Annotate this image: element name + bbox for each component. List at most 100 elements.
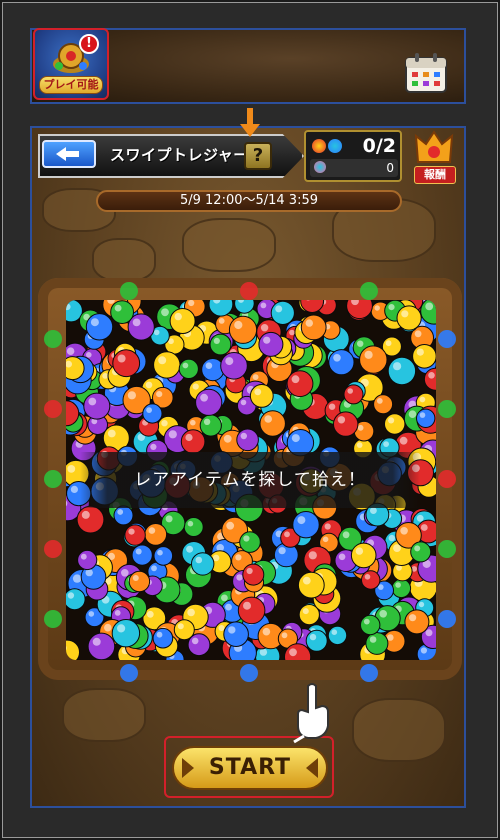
orb-highlight — [221, 594, 228, 602]
start-left-triangle — [182, 758, 194, 778]
orb — [259, 410, 286, 437]
orb — [220, 352, 248, 380]
orb-highlight — [195, 556, 203, 564]
orb-highlight — [190, 419, 196, 426]
orb-highlight — [388, 534, 395, 542]
orb-highlight — [150, 443, 157, 450]
orb-highlight — [260, 302, 267, 309]
orb-highlight — [104, 623, 112, 632]
orb-highlight — [324, 523, 331, 530]
help-button[interactable]: ? — [244, 142, 272, 170]
orb-highlight — [107, 429, 116, 438]
orb-highlight — [400, 527, 408, 535]
orb-highlight — [399, 436, 408, 445]
edge-gem — [44, 540, 62, 558]
orb — [152, 627, 174, 649]
edge-gem — [438, 610, 456, 628]
edge-gem — [438, 540, 456, 558]
orb-highlight — [213, 337, 220, 344]
pointing-hand-icon — [293, 683, 329, 744]
orb-highlight — [236, 574, 243, 581]
orb-icon — [314, 161, 326, 173]
orb-highlight — [246, 567, 253, 575]
orb — [191, 552, 215, 576]
orb-highlight — [153, 329, 160, 336]
orb-highlight — [128, 528, 135, 535]
orb — [396, 305, 422, 331]
orb-highlight — [151, 565, 157, 572]
orb — [365, 631, 389, 655]
orb-highlight — [158, 356, 167, 365]
orb-highlight — [374, 305, 380, 311]
orb-highlight — [117, 624, 126, 633]
orb — [359, 345, 388, 374]
orb-highlight — [86, 352, 92, 358]
orb-highlight — [309, 633, 317, 641]
rare-item-icon — [328, 139, 342, 153]
orb — [328, 349, 355, 376]
back-button[interactable] — [42, 140, 96, 168]
orb-highlight — [70, 485, 78, 493]
play-available-button[interactable]: ! プレイ可能 — [33, 28, 109, 100]
orb — [153, 546, 174, 566]
orb — [286, 370, 314, 398]
orb — [223, 621, 249, 648]
orb — [404, 609, 430, 635]
orb — [416, 408, 436, 429]
found-count: 0/2 — [362, 135, 396, 157]
edge-gem — [438, 330, 456, 348]
orb-highlight — [284, 531, 290, 538]
orb-highlight — [161, 308, 169, 317]
orb-highlight — [331, 629, 338, 635]
orb-highlight — [418, 601, 425, 608]
orb-highlight — [88, 397, 97, 406]
orb-highlight — [414, 330, 422, 338]
orb-highlight — [80, 553, 87, 560]
instruction-banner: レアアイテムを探して拾え！ — [80, 452, 420, 508]
orb-highlight — [67, 592, 75, 599]
calendar-icon[interactable] — [402, 50, 450, 96]
orb-highlight — [174, 312, 182, 321]
orb-highlight — [88, 611, 95, 617]
orb-highlight — [90, 318, 99, 327]
orb — [183, 517, 204, 537]
orb-highlight — [370, 507, 377, 514]
orb-highlight — [102, 373, 109, 379]
orb-highlight — [264, 415, 272, 423]
orb-highlight — [132, 575, 139, 581]
orb-highlight — [117, 354, 126, 363]
orb — [131, 544, 153, 566]
orb-highlight — [168, 430, 177, 439]
orb-highlight — [383, 441, 389, 447]
orb-highlight — [357, 340, 364, 347]
orb — [112, 349, 141, 378]
edge-gem — [240, 664, 258, 682]
orb-highlight — [420, 647, 427, 654]
orb — [343, 384, 364, 405]
orb — [249, 384, 274, 408]
orb-highlight — [409, 614, 417, 622]
orb-highlight — [376, 398, 383, 404]
background-rock — [352, 698, 446, 762]
orb — [111, 619, 141, 648]
orb-highlight — [145, 381, 153, 389]
orb-highlight — [243, 535, 250, 542]
start-button[interactable]: START — [172, 746, 328, 790]
orb — [292, 511, 320, 539]
orb-highlight — [416, 348, 424, 356]
orb-highlight — [385, 340, 392, 347]
orb — [66, 356, 85, 381]
edge-gem — [44, 400, 62, 418]
orb-highlight — [192, 383, 199, 390]
orb-highlight — [72, 574, 82, 583]
orb-highlight — [393, 544, 401, 552]
orb-highlight — [259, 648, 268, 656]
orb — [128, 570, 151, 593]
orb-highlight — [302, 608, 309, 615]
edge-gem — [240, 282, 258, 300]
orb-highlight — [228, 626, 236, 634]
edge-gem — [44, 610, 62, 628]
reward-button[interactable]: 報酬 — [410, 130, 458, 184]
orb-highlight — [177, 623, 184, 630]
orb — [195, 388, 223, 416]
